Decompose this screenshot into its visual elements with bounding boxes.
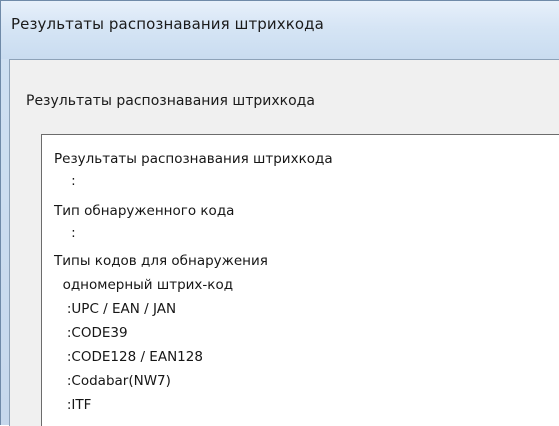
results-line: Результаты распознавания штрихкода — [54, 151, 333, 167]
results-line: одномерный штрих-код — [54, 277, 234, 293]
results-line: :Codabar(NW7) — [54, 373, 171, 389]
results-line: Тип обнаруженного кода — [54, 203, 235, 219]
results-line: :ITF — [54, 397, 92, 413]
results-line: :UPC / EAN / JAN — [54, 301, 177, 317]
results-line: Типы кодов для обнаружения — [54, 253, 268, 269]
results-line: :CODE128 / EAN128 — [54, 349, 203, 365]
results-line: :CODE39 — [54, 325, 128, 341]
window-title: Результаты распознавания штрихкода — [11, 15, 324, 33]
title-bar[interactable]: Результаты распознавания штрихкода — [1, 1, 559, 59]
results-text-area[interactable]: Результаты распознавания штрихкода : Тип… — [41, 134, 559, 426]
barcode-results-window: Результаты распознавания штрихкода Резул… — [0, 0, 559, 426]
results-line: : — [54, 225, 76, 241]
results-line: : — [54, 173, 76, 189]
results-group-label: Результаты распознавания штрихкода — [26, 93, 315, 109]
